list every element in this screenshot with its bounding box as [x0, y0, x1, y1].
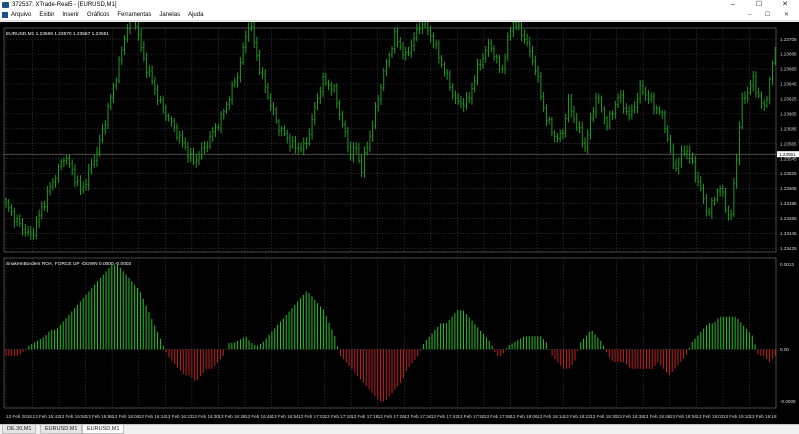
- minimize-button[interactable]: –: [720, 0, 746, 10]
- y-tick-label: 1.23605: [780, 111, 797, 116]
- y-tick-label: 1.23625: [780, 97, 797, 102]
- indicator-panel-frame: [3, 257, 777, 409]
- menu-arquivo[interactable]: Arquivo: [11, 10, 31, 20]
- x-tick-label: 13 Feb 2018: [6, 414, 32, 419]
- menu-ajuda[interactable]: Ajuda: [188, 10, 203, 20]
- x-tick-label: 13 Feb 19:10: [723, 414, 751, 419]
- y-tick-label: 1.23585: [780, 126, 797, 131]
- x-tick-label: 13 Feb 16:30: [192, 414, 220, 419]
- x-tick-label: 13 Feb 18:54: [670, 414, 698, 419]
- menu-inserir[interactable]: Inserir: [62, 10, 79, 20]
- menu-ferramentas[interactable]: Ferramentas: [117, 10, 151, 20]
- y-tick-label: 1.23685: [780, 52, 797, 57]
- current-price-label: 1.23551: [779, 152, 796, 157]
- x-tick-label: 13 Feb 16:38: [218, 414, 246, 419]
- menu-exibir[interactable]: Exibir: [39, 10, 54, 20]
- x-tick-label: 13 Feb 18:38: [617, 414, 645, 419]
- x-tick-label: 13 Feb 16:14: [139, 414, 167, 419]
- menu-bar: Arquivo Exibir Inserir Gráficos Ferramen…: [0, 10, 799, 21]
- chart-area[interactable]: 13 Feb 2018 13 Feb 15:42 13 Feb 15:50 13 Fe…: [0, 2, 799, 424]
- x-tick-label: 13 Feb 17:10: [325, 414, 353, 419]
- indicator-y-tick-label: 0.00: [780, 347, 789, 352]
- x-tick-label: 13 Feb 17:18: [351, 414, 379, 419]
- x-tick-label: 13 Feb 17:58: [484, 414, 512, 419]
- window-title: 372537: XTrade-Real5 - [EURUSD,M1]: [12, 2, 117, 8]
- x-tick-label: 13 Feb 18:30: [590, 414, 618, 419]
- x-tick-label: 13 Feb 15:58: [86, 414, 114, 419]
- y-tick-label: 1.23525: [780, 171, 797, 176]
- x-tick-label: 13 Feb 15:42: [33, 414, 61, 419]
- close-button[interactable]: ✕: [772, 0, 798, 10]
- y-tick-label: 1.23425: [780, 246, 797, 251]
- x-tick-label: 13 Feb 19:18: [749, 414, 777, 419]
- x-tick-label: 13 Feb 18:22: [564, 414, 592, 419]
- indicator-y-tick-label: -0.0008: [780, 399, 796, 404]
- y-tick-label: 1.23445: [780, 231, 797, 236]
- y-tick-label: 1.23505: [780, 186, 797, 191]
- indicator-y-tick-label: 0.0013: [780, 262, 794, 267]
- x-tick-label: 13 Feb 19:02: [696, 414, 724, 419]
- y-tick-label: 1.23645: [780, 82, 797, 87]
- menu-graficos[interactable]: Gráficos: [87, 10, 109, 20]
- x-tick-label: 13 Feb 15:50: [59, 414, 87, 419]
- chart-window-icon[interactable]: [2, 12, 8, 18]
- y-tick-label: 1.23465: [780, 216, 797, 221]
- y-tick-label: 1.23665: [780, 67, 797, 72]
- x-tick-label: 13 Feb 16:22: [165, 414, 193, 419]
- chart-title: EURUSD,M1 1.23569 1.23570 1.23567 1.2355…: [6, 31, 109, 37]
- price-chart-svg[interactable]: 13 Feb 2018 13 Feb 15:42 13 Feb 15:50 13 Fe…: [0, 2, 799, 424]
- x-tick-label: 13 Feb 17:34: [404, 414, 432, 419]
- y-tick-label: 1.23705: [780, 37, 797, 42]
- maximize-button[interactable]: ☐: [746, 0, 772, 10]
- menu-janelas[interactable]: Janelas: [159, 10, 180, 20]
- y-tick-label: 1.23565: [780, 141, 797, 146]
- y-tick-label: 1.23485: [780, 201, 797, 206]
- x-tick-label: 13 Feb 17:26: [378, 414, 406, 419]
- indicator-title: SnakeInBorders ROA, FORCE UP -DOWN 0.000…: [6, 261, 132, 267]
- x-tick-label: 13 Feb 17:50: [457, 414, 485, 419]
- x-tick-label: 13 Feb 17:02: [298, 414, 326, 419]
- x-tick-label: 13 Feb 18:46: [643, 414, 671, 419]
- x-tick-label: 13 Feb 18:14: [537, 414, 565, 419]
- x-tick-label: 13 Feb 16:54: [272, 414, 300, 419]
- x-tick-label: 13 Feb 16:46: [245, 414, 273, 419]
- x-tick-label: 13 Feb 18:06: [510, 414, 538, 419]
- mdi-window-controls[interactable]: – ☐ ✕: [748, 10, 795, 20]
- x-tick-label: 13 Feb 17:42: [431, 414, 459, 419]
- x-tick-label: 13 Feb 16:06: [112, 414, 140, 419]
- main-panel-frame: [3, 27, 777, 253]
- title-bar: 372537: XTrade-Real5 - [EURUSD,M1] – ☐ ✕: [0, 0, 799, 10]
- app-icon: [2, 2, 9, 8]
